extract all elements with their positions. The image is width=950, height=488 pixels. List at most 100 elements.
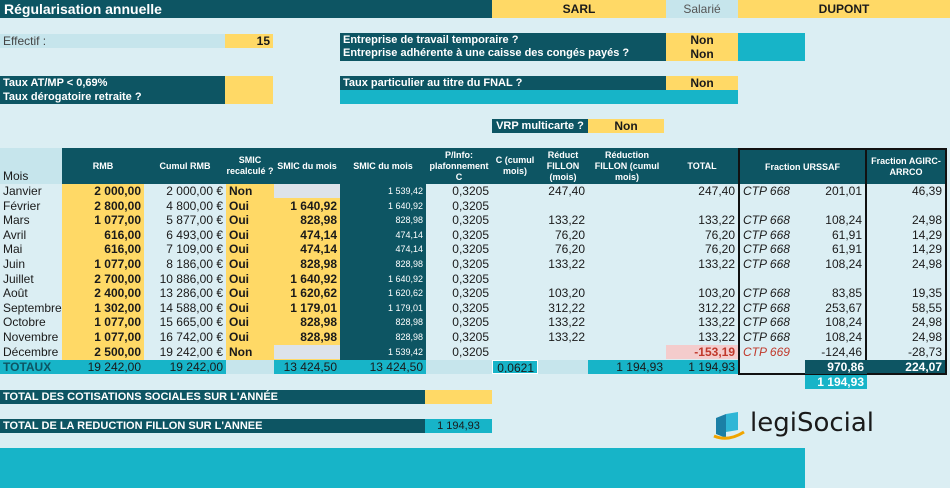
cell-cumul: 19 242,00 € (159, 344, 223, 359)
cell-redc (588, 330, 666, 344)
cell-smic: 828,98 (300, 330, 337, 344)
cell-ctp: CTP 668 (743, 242, 790, 257)
cell-recalc: Oui (229, 286, 249, 301)
cell-cumul: 14 588,00 € (159, 300, 223, 315)
cell-rmb[interactable]: 616,00 (62, 242, 144, 256)
effectif-value[interactable]: 15 (225, 34, 273, 48)
cell-rmb[interactable]: 2 700,00 (62, 272, 144, 286)
cell-urssaf: 253,67 (825, 300, 862, 315)
cell-agirc (869, 199, 945, 213)
cell-ctp (740, 272, 805, 286)
travail-temp-label: Entreprise de travail temporaire ? (343, 34, 519, 46)
cell-plaf: 0,3205 (452, 271, 489, 286)
cell-smic: 828,98 (300, 213, 337, 228)
cell-smic: 828,98 (300, 257, 337, 271)
cell-total: 133,22 (698, 257, 735, 271)
cell-smic (274, 184, 340, 198)
cell-red (538, 345, 588, 359)
cell-smic: 1 640,92 (290, 198, 337, 213)
cell-rmb[interactable]: 1 077,00 (62, 213, 144, 227)
cell-plaf: 0,3205 (452, 198, 489, 213)
cell-agirc: 19,35 (911, 286, 942, 301)
cell-total: 76,20 (704, 227, 735, 242)
fnal-extra (340, 90, 738, 104)
cell-plaf: 0,3205 (452, 242, 489, 257)
cell-ctp: CTP 668 (743, 315, 790, 330)
fillon-value: 1 194,93 (425, 419, 492, 433)
cell-c (492, 213, 538, 227)
cell-urssaf: 108,24 (825, 213, 862, 228)
cell-total: 133,22 (698, 315, 735, 330)
cell-rmb[interactable]: 1 077,00 (62, 330, 144, 344)
cell-ctp: CTP 668 (743, 213, 790, 228)
cell-urssaf: 108,24 (825, 315, 862, 330)
cell-cumul: 4 800,00 € (166, 198, 223, 213)
cell-urssaf (805, 199, 865, 213)
urssaf-sum: 1 194,93 (805, 375, 867, 389)
cell-red: 133,22 (548, 330, 585, 344)
cell-rmb[interactable]: 1 077,00 (62, 315, 144, 329)
company-type: SARL (492, 0, 666, 18)
cell-recalc: Oui (229, 227, 249, 242)
totals-gap1 (426, 360, 492, 374)
vrp-value[interactable]: Non (588, 119, 664, 133)
cell-smic2: 1 640,92 (387, 273, 423, 284)
role-label: Salarié (666, 0, 738, 18)
cell-redc (588, 199, 666, 213)
cotisations-value (425, 390, 492, 404)
cell-cumul: 13 286,00 € (159, 286, 223, 301)
cell-smic2: 1 620,62 (387, 288, 423, 299)
cell-cumul: 5 877,00 € (166, 213, 223, 228)
cell-smic2: 474,14 (395, 244, 423, 255)
cell-rmb[interactable]: 2 800,00 (62, 199, 144, 213)
conges-value[interactable]: Non (666, 47, 738, 61)
vrp-label: VRP multicarte ? (492, 119, 588, 133)
atmp-label: Taux AT/MP < 0,69% (3, 77, 108, 89)
cell-redc (588, 315, 666, 329)
cell-agirc: 24,98 (911, 315, 942, 330)
cell-recalc: Oui (229, 271, 249, 286)
cell-mois: Février (3, 198, 41, 213)
cell-recalc: Oui (229, 242, 249, 257)
cell-c (492, 228, 538, 242)
cell-red (538, 199, 588, 213)
urssaf-header: Fraction URSSAF (738, 148, 867, 184)
cell-agirc: 24,98 (911, 330, 942, 344)
fnal-value[interactable]: Non (666, 76, 738, 90)
totals-gap0 (226, 360, 274, 374)
cell-c (492, 286, 538, 300)
cell-c (492, 330, 538, 344)
reduct-header: Réduct FILLON (mois) (538, 148, 588, 184)
cell-red: 133,22 (548, 213, 585, 228)
cell-redc (588, 242, 666, 256)
cell-recalc: Oui (229, 330, 249, 344)
cell-ctp: CTP 668 (743, 286, 790, 301)
cell-mois: Novembre (3, 330, 59, 344)
agirc-header: Fraction AGIRC-ARRCO (867, 148, 947, 184)
travail-temp-value[interactable]: Non (666, 33, 738, 47)
cell-ctp: CTP 668 (743, 257, 790, 271)
cell-smic: 1 179,01 (290, 300, 337, 315)
totals-total: 1 194,93 (688, 360, 735, 374)
cell-rmb[interactable]: 2 000,00 (62, 184, 144, 198)
cell-rmb[interactable]: 616,00 (62, 228, 144, 242)
cell-mois: Juillet (3, 271, 34, 286)
totals-cumul: 19 242,00 (169, 360, 223, 374)
cell-rmb[interactable]: 1 077,00 (62, 257, 144, 271)
cell-total: 103,20 (698, 286, 735, 301)
cell-rmb[interactable]: 1 302,00 (62, 301, 144, 315)
totals-gap2 (538, 360, 588, 374)
cell-plaf: 0,3205 (452, 330, 489, 344)
cell-smic (274, 345, 340, 359)
cell-recalc: Oui (229, 198, 249, 213)
cell-mois: Juin (3, 257, 26, 271)
mois-header: Mois (3, 169, 29, 183)
atmp-value[interactable] (225, 76, 273, 104)
cell-rmb[interactable]: 2 500,00 (62, 345, 144, 359)
cell-agirc: 14,29 (911, 242, 942, 257)
cell-agirc: 24,98 (911, 257, 942, 271)
cell-rmb[interactable]: 2 400,00 (62, 286, 144, 300)
cell-red: 133,22 (548, 315, 585, 330)
logo-text: legiSocial (750, 408, 875, 438)
cell-total: 133,22 (698, 213, 735, 228)
